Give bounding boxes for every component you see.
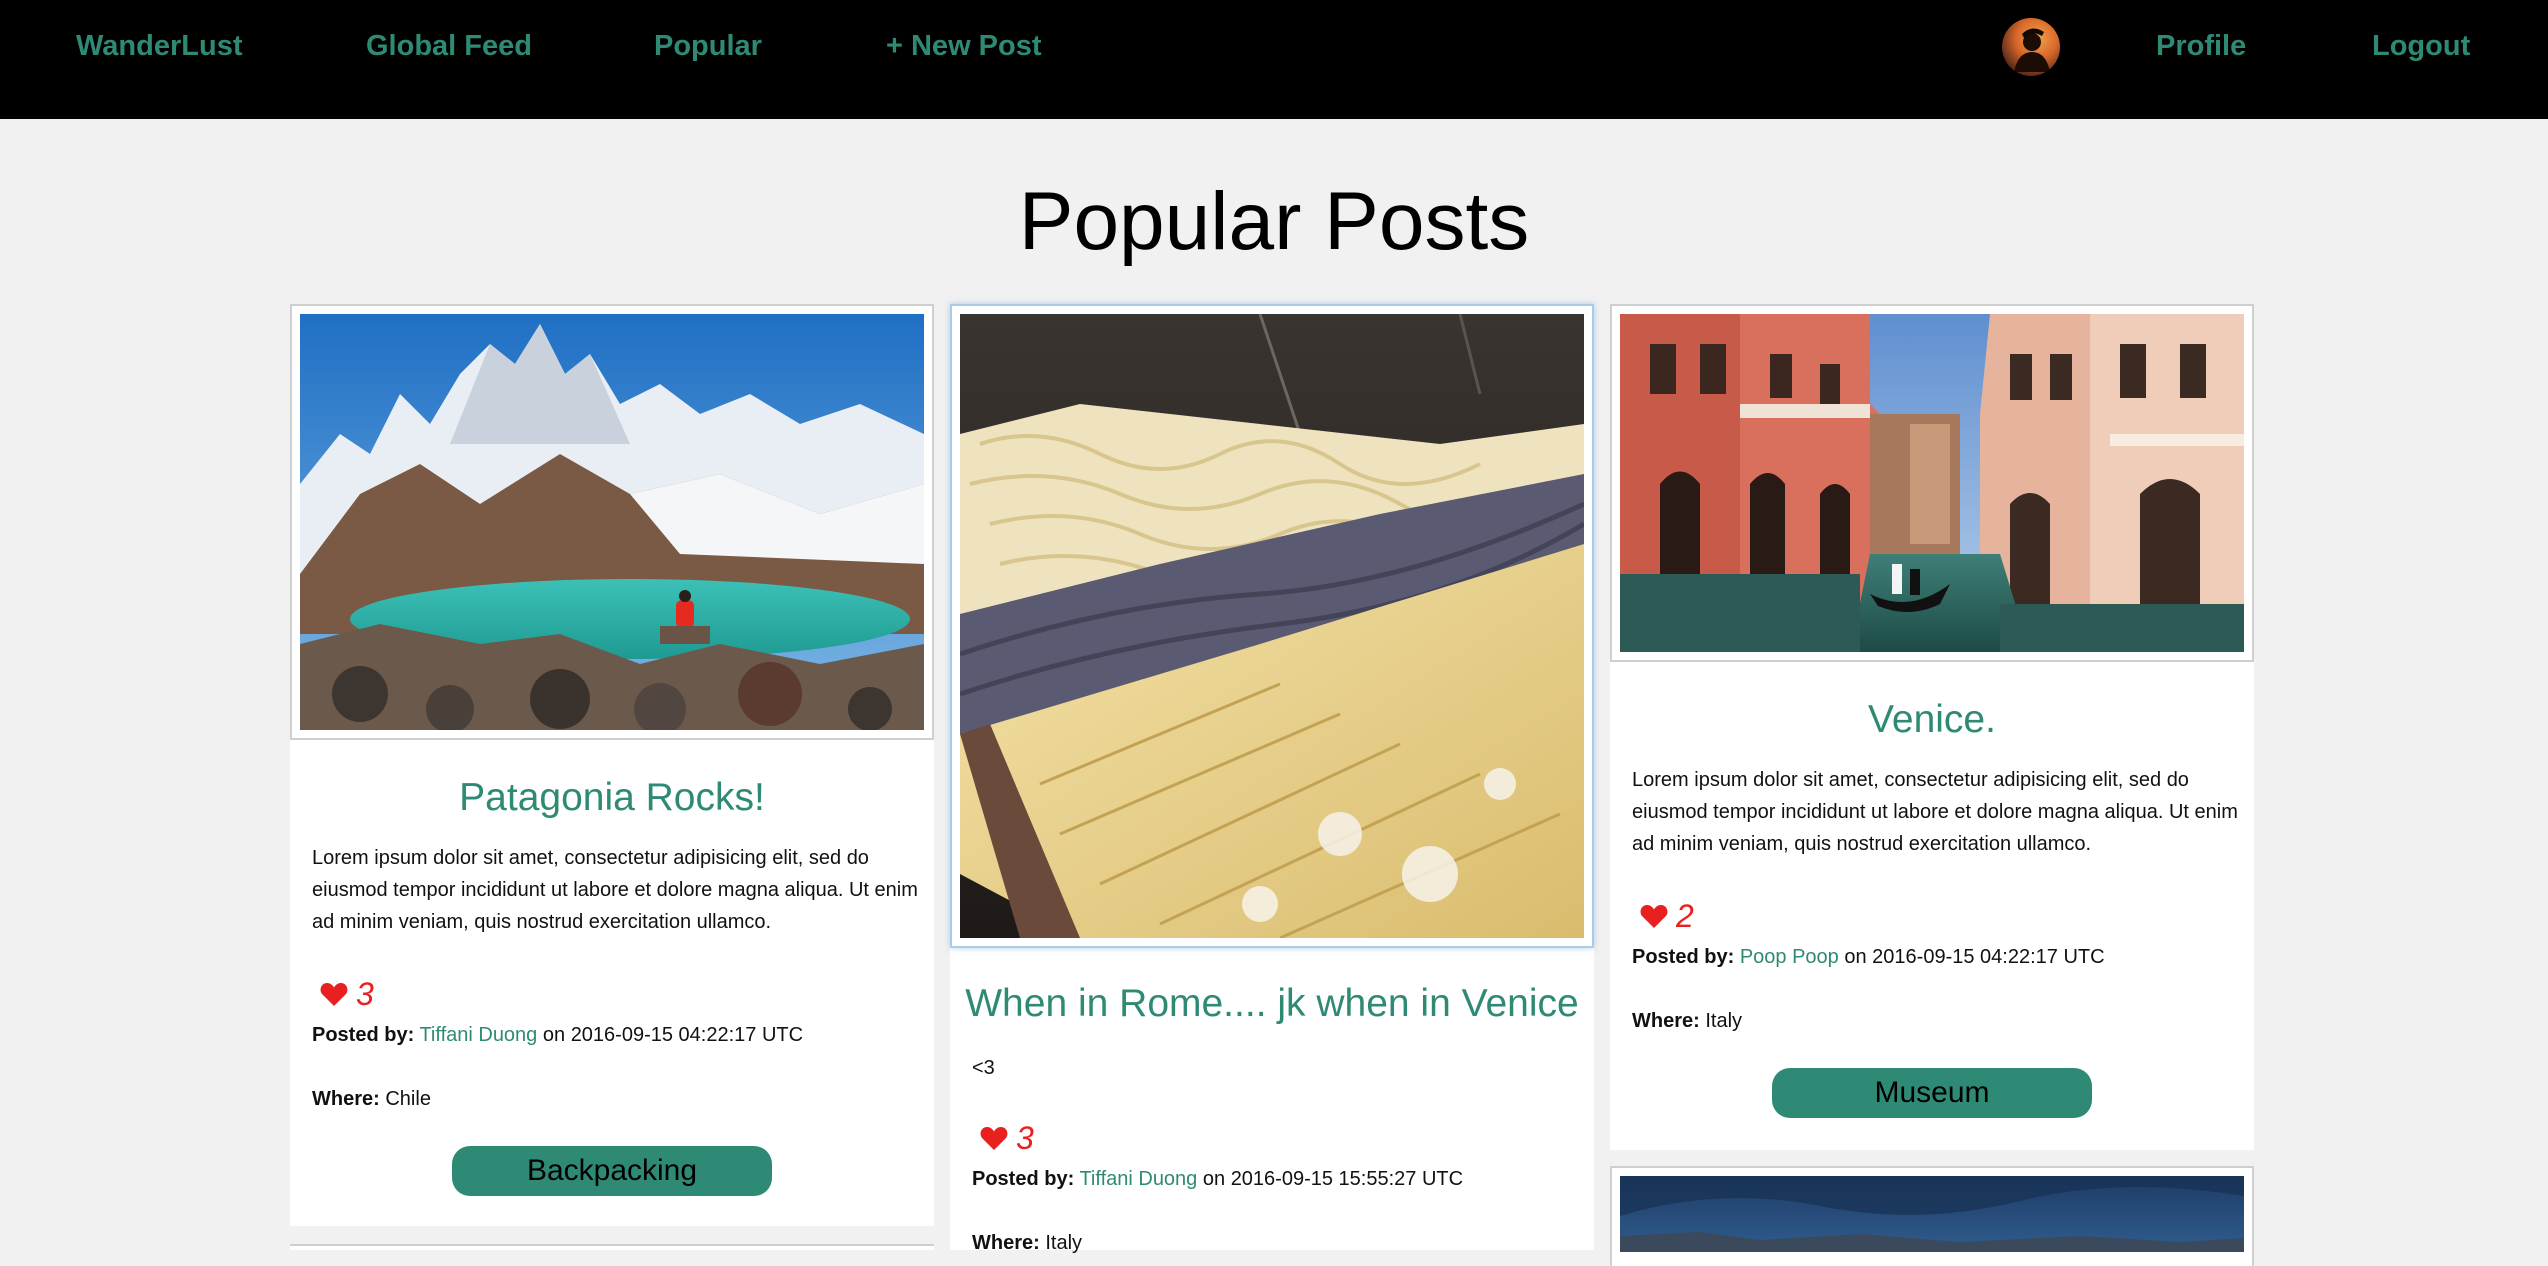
post-card: Venice. Lorem ipsum dolor sit amet, cons…: [1610, 304, 2254, 1150]
post-location: Where: Italy: [972, 1230, 1082, 1256]
posted-by-label: Posted by:: [972, 1168, 1075, 1190]
post-card-next: [1610, 1166, 2254, 1266]
tag-button-museum[interactable]: Museum: [1772, 1068, 2092, 1118]
where-label: Where:: [1632, 1010, 1700, 1032]
on-label: on: [542, 1024, 566, 1046]
post-image-mountain-lake: [300, 314, 924, 730]
on-label: on: [1844, 946, 1867, 968]
nav-popular[interactable]: Popular: [654, 28, 762, 64]
post-location: Where: Italy: [1632, 1008, 1742, 1034]
post-location: Where: Chile: [312, 1086, 431, 1112]
user-avatar[interactable]: [2002, 18, 2060, 76]
location-value: Italy: [1045, 1232, 1083, 1254]
like-count: 3: [356, 976, 374, 1012]
heart-icon: [980, 1127, 1008, 1150]
brand-link[interactable]: WanderLust: [76, 28, 242, 64]
post-image-frame[interactable]: [1610, 1166, 2254, 1266]
where-label: Where:: [972, 1232, 1040, 1254]
posted-by-label: Posted by:: [312, 1024, 415, 1046]
post-body: Lorem ipsum dolor sit amet, consectetur …: [312, 847, 918, 933]
like-count: 3: [1016, 1120, 1034, 1156]
post-byline: Posted by: Tiffani Duong on 2016-09-15 0…: [312, 1022, 803, 1048]
location-value: Italy: [1705, 1010, 1743, 1032]
post-image-pasta: [960, 314, 1584, 938]
nav-global-feed[interactable]: Global Feed: [366, 28, 532, 64]
post-timestamp: 2016-09-15 04:22:17 UTC: [570, 1024, 804, 1046]
post-image-frame[interactable]: [1610, 304, 2254, 662]
post-image-frame[interactable]: [290, 304, 934, 740]
author-link[interactable]: Tiffani Duong: [419, 1024, 537, 1046]
like-count: 2: [1676, 898, 1694, 934]
post-image-night-sky: [1620, 1176, 2244, 1252]
post-title[interactable]: Patagonia Rocks!: [290, 774, 934, 822]
post-timestamp: 2016-09-15 04:22:17 UTC: [1872, 946, 2105, 968]
on-label: on: [1202, 1168, 1226, 1190]
heart-icon: [1640, 905, 1668, 928]
post-byline: Posted by: Poop Poop on 2016-09-15 04:22…: [1632, 944, 2105, 970]
nav-profile[interactable]: Profile: [2156, 28, 2246, 64]
post-card: Patagonia Rocks! Lorem ipsum dolor sit a…: [290, 304, 934, 1226]
post-title[interactable]: Venice.: [1610, 696, 2254, 744]
post-title[interactable]: When in Rome.... jk when in Venice: [950, 980, 1594, 1028]
post-body: <3: [972, 1057, 995, 1079]
like-button[interactable]: 3: [980, 1120, 1034, 1156]
post-image-frame[interactable]: [950, 304, 1594, 948]
like-button[interactable]: 3: [320, 976, 374, 1012]
location-value: Chile: [385, 1088, 431, 1110]
post-image-venice-canal: [1620, 314, 2244, 652]
author-link[interactable]: Tiffani Duong: [1079, 1168, 1197, 1190]
post-card: When in Rome.... jk when in Venice <3 3 …: [950, 304, 1594, 1254]
nav-new-post[interactable]: + New Post: [886, 28, 1042, 64]
nav-logout[interactable]: Logout: [2372, 28, 2470, 64]
post-byline: Posted by: Tiffani Duong on 2016-09-15 1…: [972, 1166, 1463, 1192]
like-button[interactable]: 2: [1640, 898, 1694, 934]
where-label: Where:: [312, 1088, 380, 1110]
author-link[interactable]: Poop Poop: [1740, 946, 1839, 968]
tag-button-backpacking[interactable]: Backpacking: [452, 1146, 772, 1196]
page-title: Popular Posts: [1018, 176, 1530, 267]
heart-icon: [320, 983, 348, 1006]
top-navbar: WanderLust Global Feed Popular + New Pos…: [0, 0, 2548, 119]
post-body: Lorem ipsum dolor sit amet, consectetur …: [1632, 769, 2238, 855]
post-card-next: [290, 1244, 934, 1250]
post-timestamp: 2016-09-15 15:55:27 UTC: [1230, 1168, 1464, 1190]
posted-by-label: Posted by:: [1632, 946, 1735, 968]
